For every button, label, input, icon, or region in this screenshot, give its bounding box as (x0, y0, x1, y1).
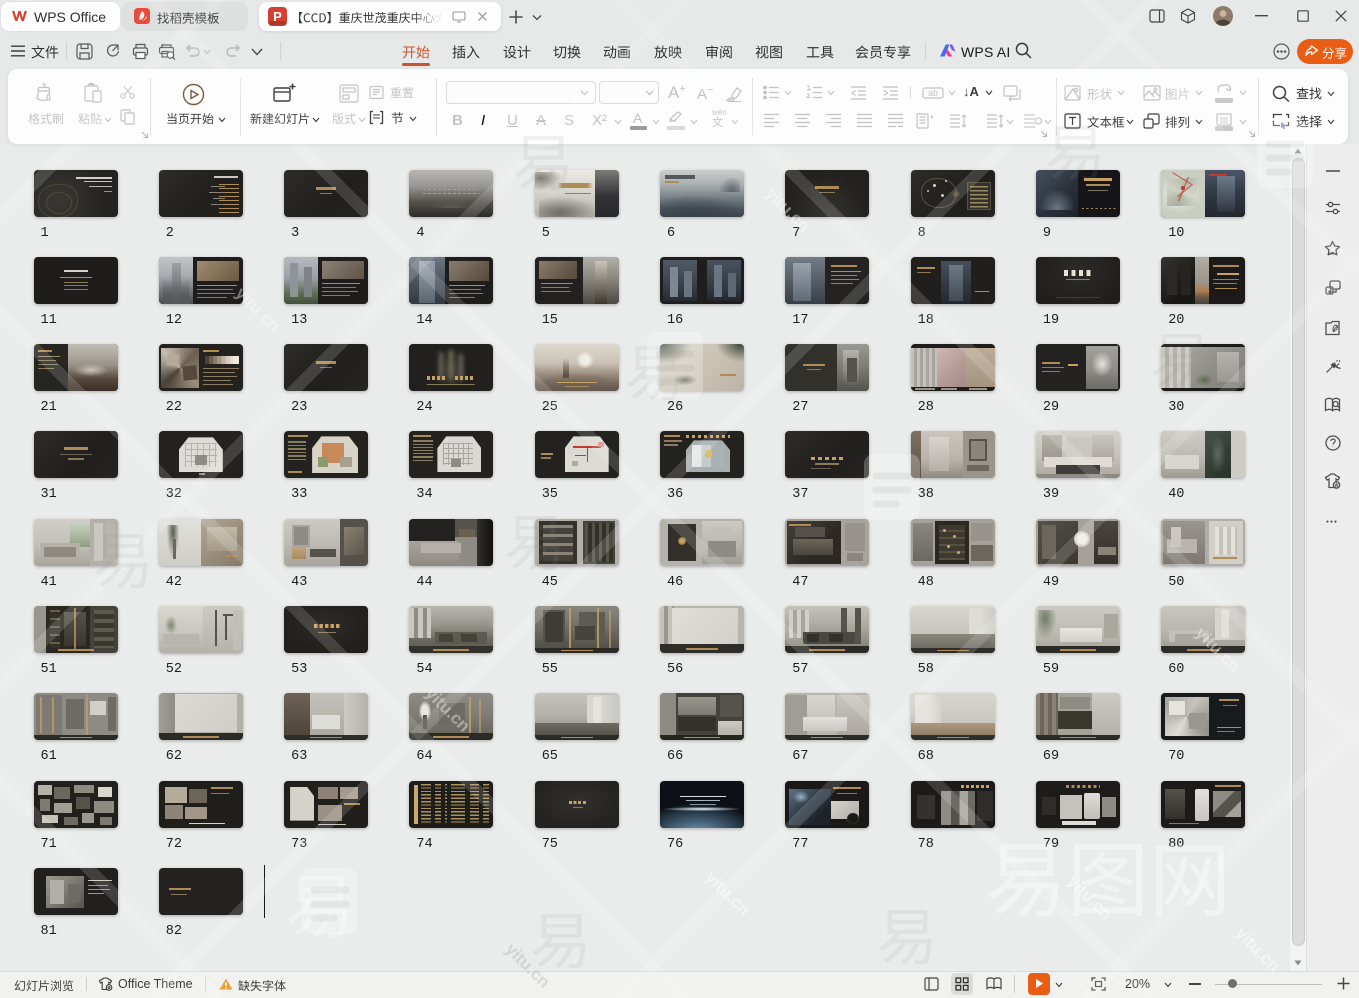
svg-text:P: P (273, 9, 282, 24)
svg-text:ab: ab (928, 88, 938, 98)
